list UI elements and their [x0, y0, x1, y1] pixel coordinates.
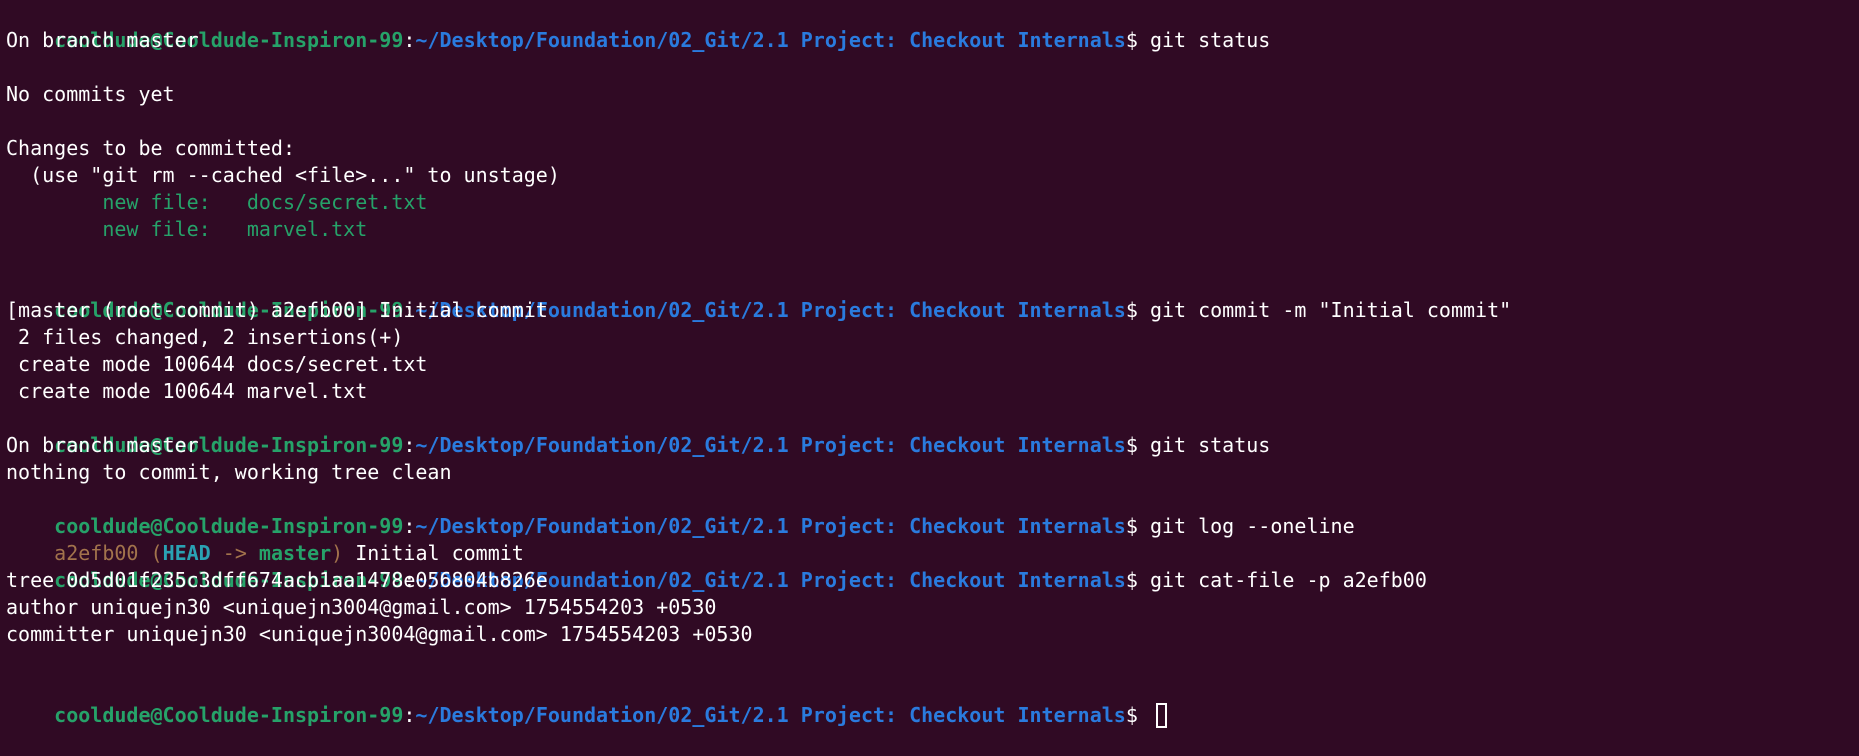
output-line: 2 files changed, 2 insertions(+) — [6, 325, 404, 349]
ref-close-paren: ) — [331, 541, 344, 565]
prompt-path: ~/Desktop/Foundation/02_Git/2.1 Project:… — [415, 28, 1126, 52]
ref-arrow: -> — [210, 541, 259, 565]
output-line: committer uniquejn30 <uniquejn3004@gmail… — [6, 622, 753, 646]
prompt-line: cooldude@Cooldude-Inspiron-99:~/Desktop/… — [6, 270, 1853, 322]
branch-ref: master — [258, 541, 332, 565]
command-text: git status — [1149, 433, 1271, 457]
prompt-symbol: $ — [1125, 703, 1150, 727]
prompt-line: cooldude@Cooldude-Inspiron-99:~/Desktop/… — [6, 405, 1853, 457]
prompt-symbol: $ — [1125, 28, 1150, 52]
active-prompt-line[interactable]: cooldude@Cooldude-Inspiron-99:~/Desktop/… — [6, 675, 1853, 728]
prompt-user: cooldude@Cooldude-Inspiron-99 — [54, 514, 404, 538]
staged-file-line: new file: docs/secret.txt — [6, 190, 428, 214]
prompt-symbol: $ — [1125, 298, 1150, 322]
output-line: author uniquejn30 <uniquejn3004@gmail.co… — [6, 595, 717, 619]
command-text: git log --oneline — [1149, 514, 1355, 538]
prompt-path: ~/Desktop/Foundation/02_Git/2.1 Project:… — [415, 703, 1126, 727]
terminal-window[interactable]: cooldude@Cooldude-Inspiron-99:~/Desktop/… — [0, 0, 1859, 728]
output-line: (use "git rm --cached <file>..." to unst… — [6, 163, 560, 187]
prompt-path: ~/Desktop/Foundation/02_Git/2.1 Project:… — [415, 514, 1126, 538]
ref-open-paren: ( — [138, 541, 163, 565]
commit-hash: a2efb00 — [54, 541, 139, 565]
prompt-line: cooldude@Cooldude-Inspiron-99:~/Desktop/… — [6, 0, 1853, 52]
prompt-separator: : — [403, 433, 416, 457]
prompt-symbol: $ — [1125, 514, 1150, 538]
output-line: Changes to be committed: — [6, 136, 295, 160]
prompt-line: cooldude@Cooldude-Inspiron-99:~/Desktop/… — [6, 486, 1853, 538]
output-line: nothing to commit, working tree clean — [6, 460, 452, 484]
command-text: git cat-file -p a2efb00 — [1149, 568, 1427, 592]
commit-message: Initial commit — [343, 541, 524, 565]
prompt-symbol: $ — [1125, 433, 1150, 457]
prompt-path: ~/Desktop/Foundation/02_Git/2.1 Project:… — [415, 433, 1126, 457]
prompt-separator: : — [403, 703, 416, 727]
prompt-user: cooldude@Cooldude-Inspiron-99 — [54, 703, 404, 727]
staged-file-line: new file: marvel.txt — [6, 217, 368, 241]
output-line: create mode 100644 docs/secret.txt — [6, 352, 428, 376]
prompt-separator: : — [403, 514, 416, 538]
output-line: create mode 100644 marvel.txt — [6, 379, 368, 403]
head-ref: HEAD — [162, 541, 211, 565]
command-text: git status — [1149, 28, 1271, 52]
prompt-separator: : — [403, 28, 416, 52]
prompt-symbol: $ — [1125, 568, 1150, 592]
text-cursor[interactable] — [1155, 703, 1167, 728]
command-text: git commit -m "Initial commit" — [1149, 298, 1512, 322]
output-line: No commits yet — [6, 82, 175, 106]
